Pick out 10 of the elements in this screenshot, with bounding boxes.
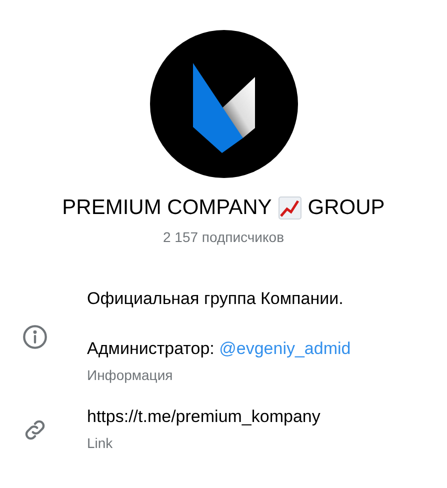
link-caption: Link — [87, 434, 114, 452]
channel-title: GROUP — [308, 195, 385, 221]
subscriber-count: 2 157 подписчиков — [162, 228, 284, 247]
channel-title: PREMIUM COMPANY — [62, 195, 272, 221]
channel-link[interactable]: https://t.me/premium_kompany — [87, 406, 320, 428]
admin-line: Администратор: @evgeniy_admid — [87, 338, 351, 360]
chart-increasing-icon — [278, 196, 302, 220]
info-caption: Информация — [87, 366, 174, 385]
info-icon — [22, 324, 48, 350]
description-text: Официальная группа Компании. — [87, 288, 344, 310]
